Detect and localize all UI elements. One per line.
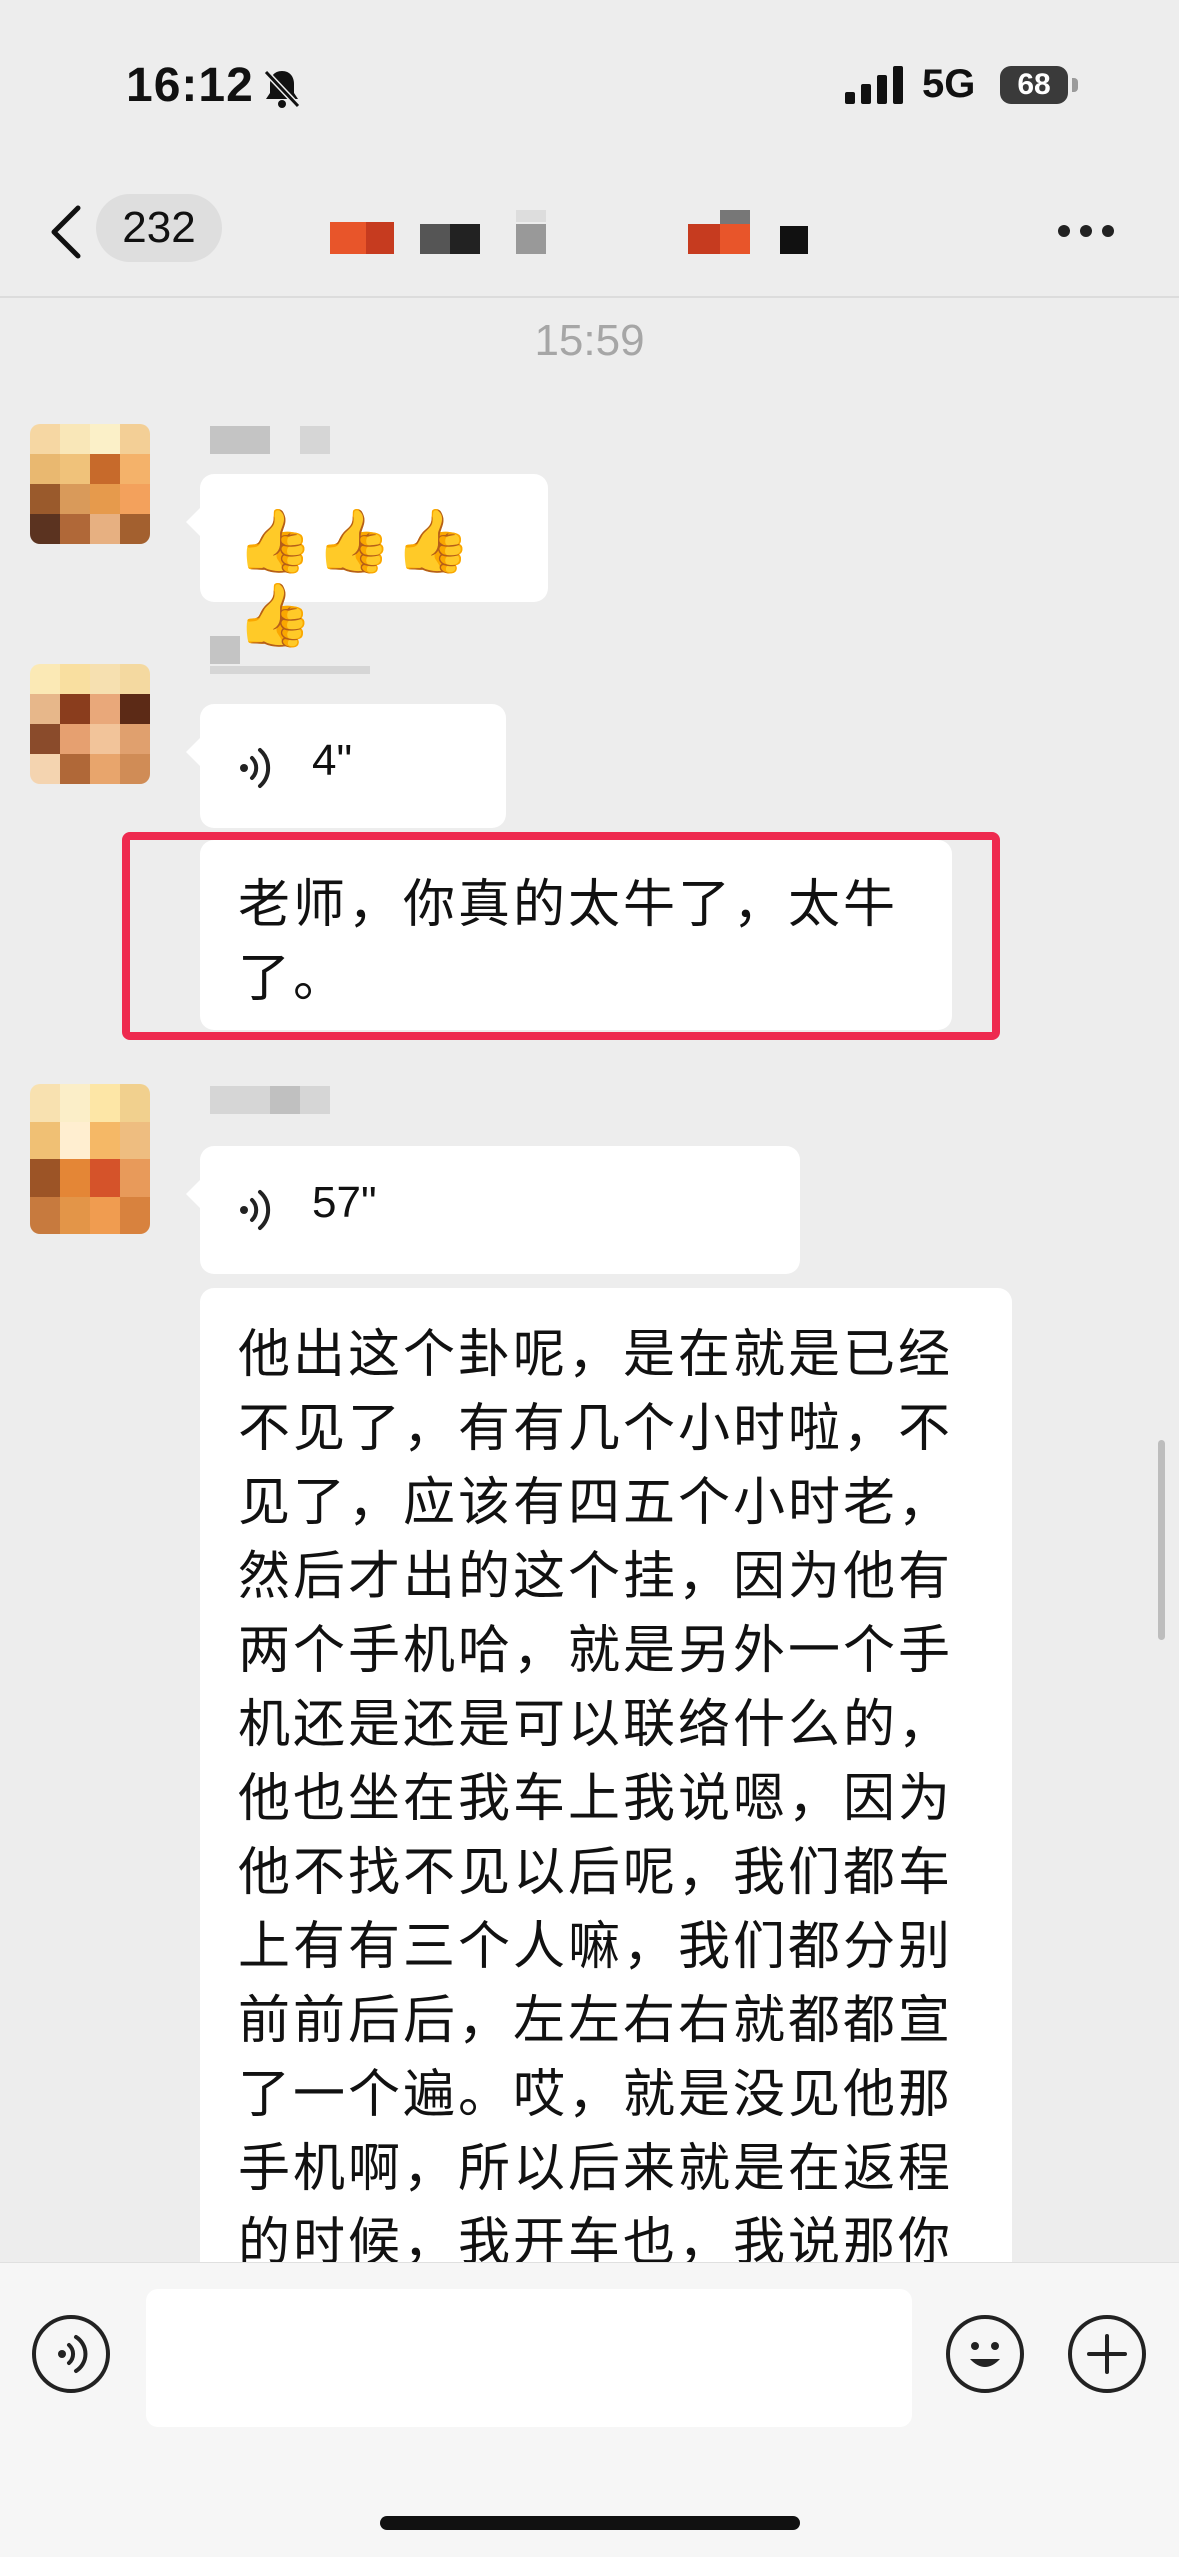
avatar[interactable] bbox=[30, 1084, 150, 1234]
battery-tip bbox=[1072, 78, 1078, 92]
add-icon[interactable] bbox=[1068, 2315, 1146, 2393]
voice-wave-icon bbox=[240, 1190, 271, 1230]
avatar[interactable] bbox=[30, 424, 150, 544]
chat-header: 232 bbox=[0, 170, 1179, 298]
voice-duration: 4" bbox=[312, 736, 353, 785]
emoji-thumbs-up: 👍👍👍👍 bbox=[236, 504, 474, 651]
message-input[interactable] bbox=[146, 2289, 912, 2427]
avatar[interactable] bbox=[30, 664, 150, 784]
voice-duration: 57" bbox=[312, 1178, 377, 1227]
chevron-left-icon[interactable] bbox=[46, 204, 86, 260]
input-bar bbox=[0, 2262, 1179, 2557]
signal-icon bbox=[845, 66, 903, 104]
voice-message-bubble[interactable]: 4" bbox=[186, 704, 506, 828]
voice-message-bubble[interactable]: 57" bbox=[186, 1146, 800, 1274]
voice-input-icon[interactable] bbox=[32, 2315, 110, 2393]
home-indicator[interactable] bbox=[380, 2516, 800, 2530]
message-text: 他出这个卦呢，是在就是已经 不见了，有有几个小时啦，不 见了，应该有四五个小时老… bbox=[238, 1325, 954, 2273]
voice-wave-icon bbox=[240, 748, 271, 788]
message-bubble[interactable]: 他出这个卦呢，是在就是已经 不见了，有有几个小时啦，不 见了，应该有四五个小时老… bbox=[200, 1288, 1012, 2288]
chat-title-redacted bbox=[326, 210, 846, 254]
sender-name-redacted bbox=[210, 1086, 330, 1114]
chat-timestamp: 15:59 bbox=[534, 316, 645, 365]
highlight-box bbox=[122, 832, 1000, 1040]
status-time: 16:12 bbox=[126, 59, 254, 112]
bell-muted-icon bbox=[263, 69, 301, 109]
network-label: 5G bbox=[922, 62, 976, 106]
message-bubble[interactable]: 👍👍👍👍 bbox=[186, 474, 548, 651]
sender-name-redacted bbox=[210, 426, 330, 454]
scrollbar[interactable] bbox=[1158, 1440, 1165, 1640]
more-icon[interactable] bbox=[1058, 222, 1124, 241]
battery-icon: 68 bbox=[1000, 66, 1068, 104]
emoji-icon[interactable] bbox=[946, 2315, 1024, 2393]
status-bar: 16:12 5G 68 bbox=[0, 0, 1179, 170]
unread-count-badge[interactable]: 232 bbox=[96, 194, 222, 262]
sender-name-redacted bbox=[210, 636, 370, 674]
